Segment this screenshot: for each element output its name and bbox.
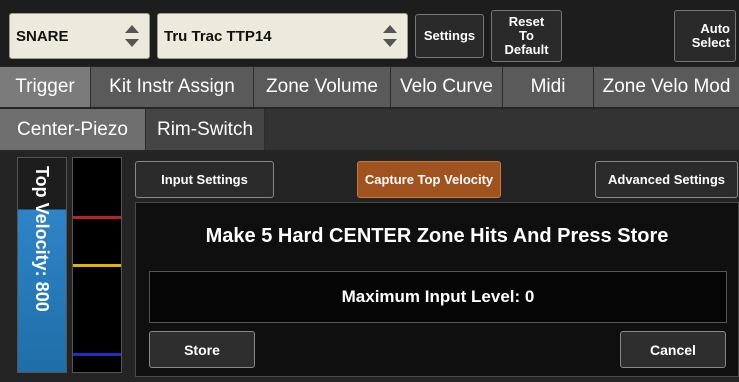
store-button-label: Store (184, 341, 220, 358)
tab-label: Rim-Switch (156, 118, 254, 140)
tab-zone-velo-mod[interactable]: Zone Velo Mod (594, 67, 739, 107)
meter-mid-marker (73, 264, 121, 267)
advanced-settings-button[interactable]: Advanced Settings (595, 161, 738, 198)
tab-zone-volume[interactable]: Zone Volume (254, 67, 391, 107)
input-level-meter (72, 157, 122, 373)
auto-select-line1: Auto (700, 21, 730, 36)
tab-label: Zone Velo Mod (602, 76, 731, 97)
meter-low-marker (73, 353, 121, 356)
tab-label: Kit Instr Assign (109, 76, 235, 97)
dialog-message: Make 5 Hard CENTER Zone Hits And Press S… (205, 225, 669, 247)
capture-dialog: Make 5 Hard CENTER Zone Hits And Press S… (135, 202, 739, 377)
capture-top-velocity-button[interactable]: Capture Top Velocity (357, 161, 501, 198)
tab-velo-curve[interactable]: Velo Curve (391, 67, 503, 107)
settings-button-label: Settings (423, 28, 476, 43)
advanced-settings-label: Advanced Settings (607, 172, 726, 187)
store-button[interactable]: Store (149, 331, 255, 368)
tab-label: Zone Volume (266, 76, 378, 97)
reset-label-line2: To (519, 28, 534, 43)
tab-midi[interactable]: Midi (503, 67, 594, 107)
reset-to-default-button[interactable]: Reset To Default (491, 10, 562, 62)
up-down-arrows-icon (383, 25, 397, 47)
cancel-button[interactable]: Cancel (620, 331, 726, 368)
auto-select-line2: Select (691, 35, 730, 50)
settings-button[interactable]: Settings (415, 14, 484, 58)
trigger-model-select[interactable]: Tru Trac TTP14 (157, 13, 408, 59)
auto-select-button[interactable]: Auto Select (674, 10, 736, 62)
meter-high-marker (73, 216, 121, 219)
kit-piece-select-value: SNARE (16, 27, 69, 45)
tab-rim-switch[interactable]: Rim-Switch (146, 109, 265, 150)
tab-trigger[interactable]: Trigger (0, 67, 91, 107)
reset-label-line1: Reset (508, 14, 545, 29)
capture-top-velocity-label: Capture Top Velocity (364, 172, 494, 187)
up-down-arrows-icon (125, 25, 139, 47)
trigger-model-select-value: Tru Trac TTP14 (164, 27, 272, 45)
drum-module-screen: SNARE Tru Trac TTP14 Settings Reset To D… (0, 0, 739, 382)
top-bar: SNARE Tru Trac TTP14 Settings Reset To D… (0, 0, 739, 66)
tab-label: Trigger (15, 76, 75, 97)
main-tab-bar: Trigger Kit Instr Assign Zone Volume Vel… (0, 67, 739, 107)
zone-tab-bar: Center-Piezo Rim-Switch (0, 109, 739, 150)
kit-piece-select[interactable]: SNARE (9, 13, 150, 59)
tab-center-piezo[interactable]: Center-Piezo (0, 109, 146, 150)
input-settings-label: Input Settings (161, 172, 248, 187)
tab-label: Center-Piezo (17, 118, 128, 140)
top-velocity-label: Top Velocity: 800 (32, 166, 53, 312)
input-settings-button[interactable]: Input Settings (135, 161, 274, 198)
tab-kit-instr-assign[interactable]: Kit Instr Assign (91, 67, 254, 107)
max-input-level-text: Maximum Input Level: 0 (341, 287, 535, 306)
tab-label: Velo Curve (400, 76, 493, 97)
cancel-button-label: Cancel (650, 341, 696, 358)
tab-label: Midi (530, 76, 566, 97)
reset-label-line3: Default (504, 42, 549, 57)
max-input-level-display: Maximum Input Level: 0 (149, 271, 727, 323)
